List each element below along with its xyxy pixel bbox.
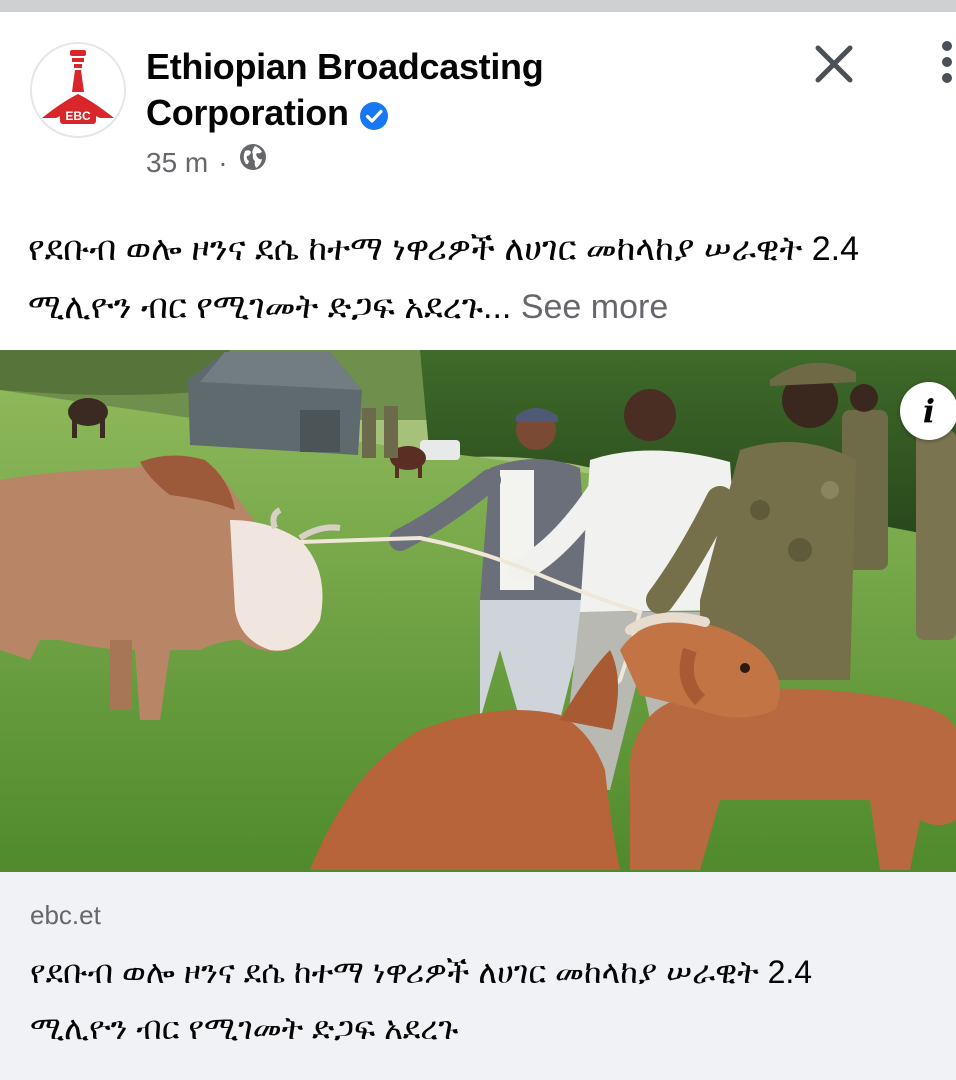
page-name[interactable]: Ethiopian Broadcasting Corporation [146, 44, 544, 136]
avatar-logo-text: EBC [65, 109, 91, 123]
globe-icon[interactable] [238, 142, 268, 183]
more-vertical-icon [942, 41, 952, 83]
close-button[interactable] [806, 36, 862, 92]
more-options-button[interactable] [930, 36, 956, 92]
link-domain: ebc.et [30, 900, 101, 930]
page-name-line1[interactable]: Ethiopian Broadcasting [146, 44, 544, 90]
ebc-logo-icon: EBC [32, 44, 124, 136]
link-preview-card[interactable]: ebc.et የደቡብ ወሎ ዞንና ደሴ ከተማ ነዋሪዎች ለሀገር መከላ… [0, 872, 956, 1080]
link-title-line2: ሚሊዮን ብር የሚገመት ድጋፍ አደረጉ [30, 1010, 459, 1046]
info-icon: i [922, 392, 936, 430]
post-text-line1: የደቡብ ወሎ ዞንና ደሴ ከተማ ነዋሪዎች ለሀገር መከላከያ ሠራዊት… [28, 230, 859, 268]
post-meta: 35 m · [146, 142, 268, 183]
post-text: የደቡብ ወሎ ዞንና ደሴ ከተማ ነዋሪዎች ለሀገር መከላከያ ሠራዊት… [28, 220, 956, 336]
close-icon [815, 45, 853, 83]
post-photo[interactable] [0, 350, 956, 872]
see-more-link[interactable]: See more [521, 288, 668, 326]
top-divider-bar [0, 0, 956, 12]
post-text-line2: ሚሊዮን ብር የሚገመት ድጋፍ አደረጉ... [28, 288, 512, 326]
photo-scene-image [0, 350, 956, 872]
link-title[interactable]: የደቡብ ወሎ ዞንና ደሴ ከተማ ነዋሪዎች ለሀገር መከላከያ ሠራዊት… [30, 944, 930, 1056]
post-timestamp[interactable]: 35 m [146, 143, 208, 183]
meta-separator: · [218, 146, 228, 178]
page-avatar[interactable]: EBC [30, 42, 126, 138]
photo-info-button[interactable]: i [900, 382, 956, 440]
link-title-line1: የደቡብ ወሎ ዞንና ደሴ ከተማ ነዋሪዎች ለሀገር መከላከያ ሠራዊት… [30, 954, 813, 990]
verified-badge-icon [359, 96, 389, 131]
page-name-line2[interactable]: Corporation [146, 92, 349, 133]
